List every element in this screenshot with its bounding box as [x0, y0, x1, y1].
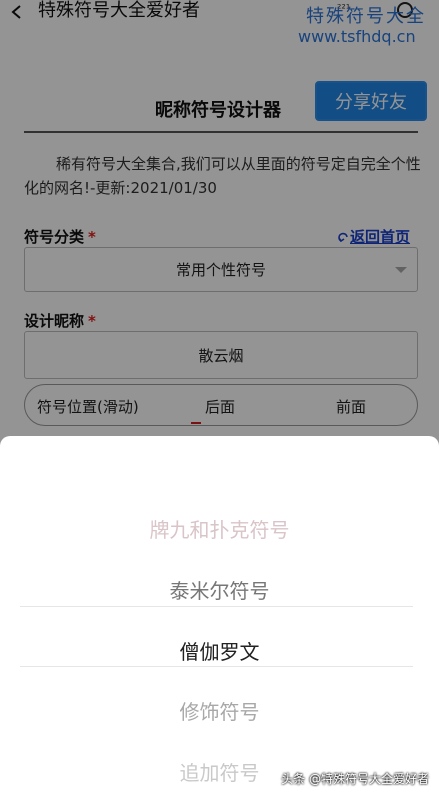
- selection-line-top: [20, 606, 413, 607]
- picker-option-selected[interactable]: 僧伽罗文: [0, 636, 439, 665]
- source-credit: 头条 @特殊符号大全爱好者: [281, 772, 429, 786]
- category-picker-sheet: 牌九和扑克符号 泰米尔符号 僧伽罗文 修饰符号 追加符号: [0, 436, 439, 795]
- picker-option[interactable]: 修饰符号: [0, 696, 439, 725]
- selection-line-bottom: [20, 666, 413, 667]
- picker-option[interactable]: 牌九和扑克符号: [0, 514, 439, 543]
- picker-option[interactable]: 泰米尔符号: [0, 575, 439, 604]
